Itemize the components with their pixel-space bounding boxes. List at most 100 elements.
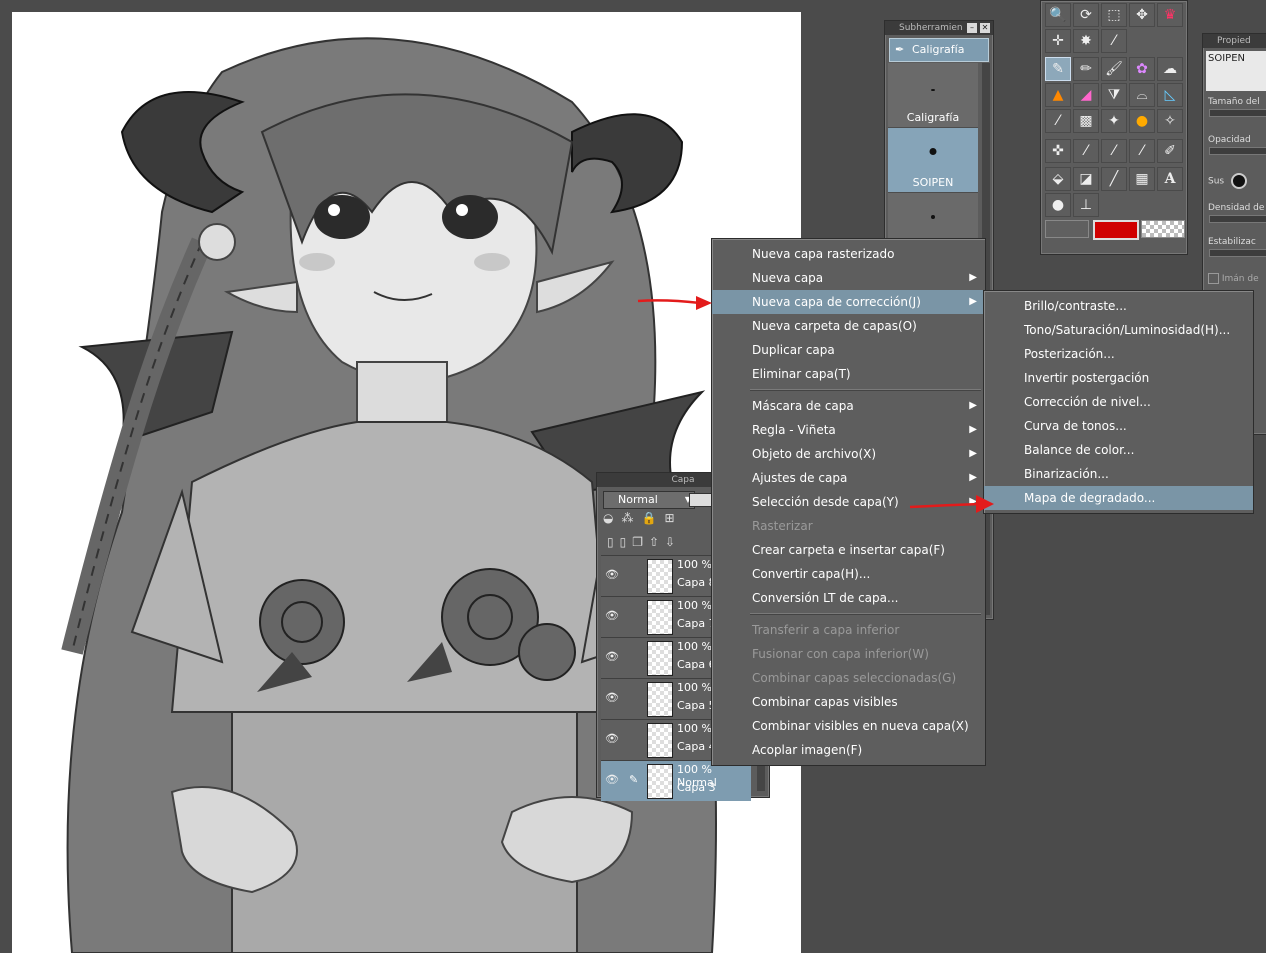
sparkle-icon[interactable]: ✧ bbox=[1157, 109, 1183, 133]
subtool-group-tab[interactable]: ✒ Caligrafía bbox=[889, 38, 989, 62]
density-label: Densidad de bbox=[1208, 203, 1265, 213]
balloon-icon[interactable]: ● bbox=[1045, 193, 1071, 217]
liquify-icon[interactable]: ⁄ bbox=[1129, 139, 1155, 163]
submenu-item-7[interactable]: Binarización... bbox=[984, 462, 1253, 486]
blend-icon[interactable]: ◢ bbox=[1073, 83, 1099, 107]
copy-stamp-icon[interactable]: ✐ bbox=[1157, 139, 1183, 163]
menu-item-label: Selección desde capa(Y) bbox=[752, 495, 899, 509]
zoom-icon[interactable]: 🔍 bbox=[1045, 3, 1071, 27]
eraser-icon[interactable]: ▲ bbox=[1045, 83, 1071, 107]
text-icon[interactable]: A bbox=[1157, 167, 1183, 191]
fill-bucket-icon[interactable]: ⬙ bbox=[1045, 167, 1071, 191]
brush2-icon[interactable]: ⁄ bbox=[1045, 109, 1071, 133]
subtool-titlebar[interactable]: Subherramien – ✕ bbox=[885, 21, 993, 35]
eye-icon[interactable]: 👁 bbox=[605, 650, 619, 663]
brush-item-caligrafia[interactable]: Caligrafía bbox=[888, 63, 978, 128]
opacity-slider[interactable] bbox=[1209, 147, 1266, 155]
brush-icon[interactable]: 🖌 bbox=[1101, 57, 1127, 81]
frame-icon[interactable]: ▦ bbox=[1129, 167, 1155, 191]
menu-item-7[interactable]: Regla - Viñeta ▶ bbox=[712, 418, 985, 442]
subcolor-swatch[interactable] bbox=[1045, 220, 1089, 238]
size-slider[interactable] bbox=[1209, 109, 1266, 117]
layer-ref-icon[interactable]: ⁂ bbox=[621, 511, 641, 525]
menu-item-13[interactable]: Convertir capa(H)... bbox=[712, 562, 985, 586]
menu-item-3[interactable]: Nueva carpeta de capas(O) bbox=[712, 314, 985, 338]
submenu-item-6[interactable]: Balance de color... bbox=[984, 438, 1253, 462]
menu-item-19[interactable]: Combinar visibles en nueva capa(X) bbox=[712, 714, 985, 738]
texture-icon[interactable]: ▩ bbox=[1073, 109, 1099, 133]
airbrush-icon[interactable]: ✿ bbox=[1129, 57, 1155, 81]
gradient-icon[interactable]: ◪ bbox=[1073, 167, 1099, 191]
star-icon[interactable]: ✦ bbox=[1101, 109, 1127, 133]
move-down-icon[interactable]: ⇩ bbox=[665, 535, 681, 549]
menu-item-8[interactable]: Objeto de archivo(X) ▶ bbox=[712, 442, 985, 466]
cake-icon[interactable]: ♛ bbox=[1157, 3, 1183, 27]
menu-item-12[interactable]: Crear carpeta e insertar capa(F) bbox=[712, 538, 985, 562]
blur-icon[interactable]: ⁄ bbox=[1073, 139, 1099, 163]
decoration-icon[interactable]: ☁ bbox=[1157, 57, 1183, 81]
menu-item-2[interactable]: Nueva capa de corrección(J) ▶ bbox=[712, 290, 985, 314]
line-icon[interactable]: ╱ bbox=[1101, 167, 1127, 191]
menu-item-18[interactable]: Combinar capas visibles bbox=[712, 690, 985, 714]
new-raster-layer-icon[interactable]: ▯ bbox=[607, 535, 620, 549]
move-layer-icon[interactable]: ✥ bbox=[1129, 3, 1155, 27]
operation-icon[interactable]: ⬚ bbox=[1101, 3, 1127, 27]
menu-item-9[interactable]: Ajustes de capa ▶ bbox=[712, 466, 985, 490]
pencil-icon[interactable]: ✏ bbox=[1073, 57, 1099, 81]
submenu-item-1[interactable]: Tono/Saturación/Luminosidad(H)... bbox=[984, 318, 1253, 342]
menu-item-0[interactable]: Nueva capa rasterizado bbox=[712, 242, 985, 266]
eye-icon[interactable]: 👁 bbox=[605, 568, 619, 581]
submenu-item-label: Binarización... bbox=[1024, 467, 1109, 481]
submenu-item-3[interactable]: Invertir postergación bbox=[984, 366, 1253, 390]
menu-item-5[interactable]: Eliminar capa(T) bbox=[712, 362, 985, 386]
fill-icon[interactable]: ⧩ bbox=[1101, 83, 1127, 107]
eye-icon[interactable]: 👁 bbox=[605, 609, 619, 622]
pen-tool-icon[interactable]: ✎ bbox=[1045, 57, 1071, 81]
minimize-icon[interactable]: – bbox=[967, 23, 977, 33]
menu-item-label: Acoplar imagen(F) bbox=[752, 743, 863, 757]
lock-icon[interactable]: 🔒 bbox=[641, 511, 664, 525]
move-up-icon[interactable]: ⇧ bbox=[649, 535, 665, 549]
hat-icon[interactable]: ⌓ bbox=[1129, 83, 1155, 107]
orange-icon[interactable]: ● bbox=[1129, 109, 1155, 133]
transparent-color-swatch[interactable] bbox=[1141, 220, 1185, 238]
eyedropper-icon[interactable]: ⁄ bbox=[1101, 29, 1127, 53]
new-folder-icon[interactable]: ❐ bbox=[632, 535, 649, 549]
lock-transparent-icon[interactable]: ⊞ bbox=[664, 511, 682, 525]
density-slider[interactable] bbox=[1209, 215, 1266, 223]
submenu-item-5[interactable]: Curva de tonos... bbox=[984, 414, 1253, 438]
submenu-item-4[interactable]: Corrección de nivel... bbox=[984, 390, 1253, 414]
eye-icon[interactable]: 👁 bbox=[605, 691, 619, 704]
eye-icon[interactable]: 👁 bbox=[605, 732, 619, 745]
subtool-title: Subherramien bbox=[899, 23, 963, 33]
snap-label: Imán de bbox=[1208, 273, 1266, 284]
stabilization-slider[interactable] bbox=[1209, 249, 1266, 257]
submenu-item-0[interactable]: Brillo/contraste... bbox=[984, 294, 1253, 318]
menu-item-14[interactable]: Conversión LT de capa... bbox=[712, 586, 985, 610]
property-titlebar[interactable]: Propied bbox=[1203, 34, 1266, 48]
correct-line-icon[interactable]: ⊥ bbox=[1073, 193, 1099, 217]
close-icon[interactable]: ✕ bbox=[980, 23, 990, 33]
menu-item-1[interactable]: Nueva capa ▶ bbox=[712, 266, 985, 290]
brush-item-soipen[interactable]: SOIPEN bbox=[888, 128, 978, 193]
submenu-item-8[interactable]: Mapa de degradado... bbox=[984, 486, 1253, 510]
blend-mode-select[interactable]: Normal ▼ bbox=[603, 491, 695, 509]
main-color-swatch[interactable] bbox=[1093, 220, 1139, 240]
eye-icon[interactable]: 👁 bbox=[605, 773, 619, 786]
new-vector-layer-icon[interactable]: ▯ bbox=[620, 535, 633, 549]
layer-row[interactable]: 👁 ✎ 100 % Normal Capa 3 bbox=[601, 760, 751, 801]
magic-wand-icon[interactable]: ✸ bbox=[1073, 29, 1099, 53]
layer-clip-icon[interactable]: ◒ bbox=[603, 511, 621, 525]
snap-checkbox[interactable] bbox=[1208, 273, 1219, 284]
blend-tool-icon[interactable]: ✜ bbox=[1045, 139, 1071, 163]
selection-icon[interactable]: ✛ bbox=[1045, 29, 1071, 53]
menu-item-4[interactable]: Duplicar capa bbox=[712, 338, 985, 362]
rotate-icon[interactable]: ⟳ bbox=[1073, 3, 1099, 27]
smudge-icon[interactable]: ⁄ bbox=[1101, 139, 1127, 163]
menu-item-6[interactable]: Máscara de capa ▶ bbox=[712, 394, 985, 418]
menu-item-20[interactable]: Acoplar imagen(F) bbox=[712, 738, 985, 762]
submenu-item-2[interactable]: Posterización... bbox=[984, 342, 1253, 366]
anti-alias-dot-icon[interactable] bbox=[1230, 173, 1247, 189]
ruler-icon[interactable]: ◺ bbox=[1157, 83, 1183, 107]
layer-toolbar-2: ▯▯❐⇧⇩ bbox=[607, 535, 681, 549]
